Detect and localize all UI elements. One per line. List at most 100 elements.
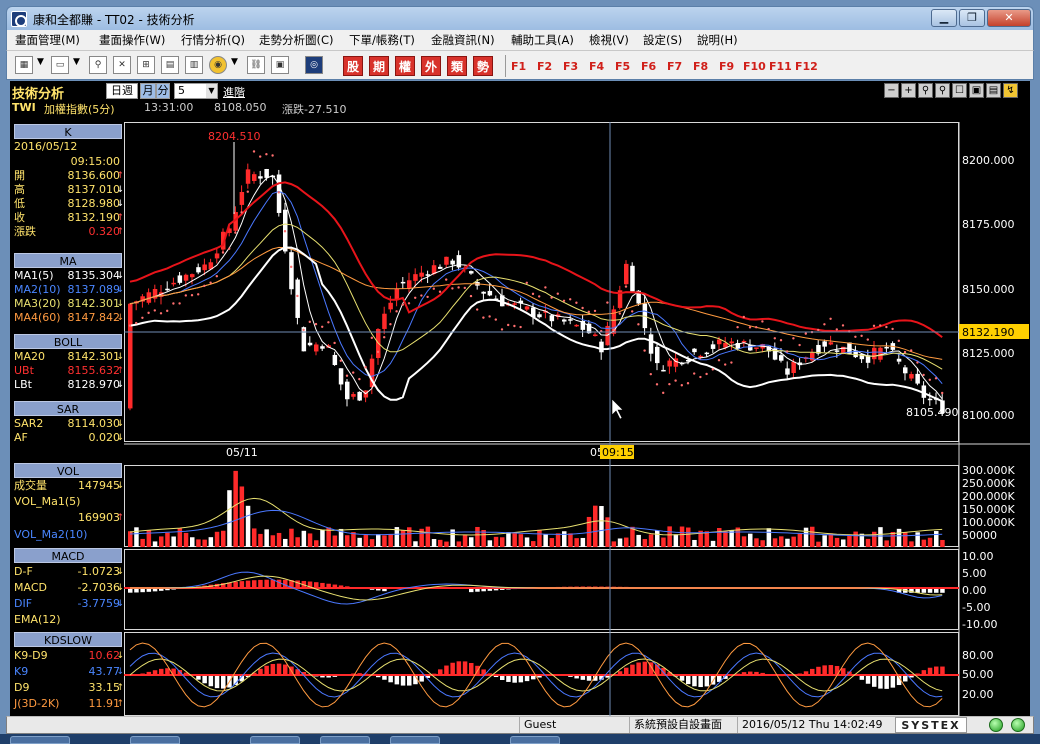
chevron-down-icon[interactable]: ▼ xyxy=(73,57,80,67)
candle-body xyxy=(345,381,350,400)
menu-quote-analysis[interactable]: 行情分析(Q) xyxy=(181,32,245,48)
sar-section-header[interactable]: SAR xyxy=(14,401,122,416)
f4-key[interactable]: F4 xyxy=(589,60,604,73)
f5-key[interactable]: F5 xyxy=(615,60,630,73)
taskbar-item[interactable] xyxy=(510,736,560,744)
title-bar[interactable]: 康和全都賺 - TT02 - 技術分析 ▁ ❐ ✕ xyxy=(6,6,1034,30)
sar-dot xyxy=(147,311,150,315)
menu-help[interactable]: 說明(H) xyxy=(697,32,738,48)
f8-key[interactable]: F8 xyxy=(693,60,708,73)
table-icon[interactable]: ▤ xyxy=(161,56,179,74)
volume-bar xyxy=(568,533,573,547)
period-minute-button[interactable]: 分 xyxy=(156,83,170,99)
maximize-button[interactable]: ❐ xyxy=(959,9,985,27)
save-icon[interactable]: ▣ xyxy=(969,83,984,98)
minimize-button[interactable]: ▁ xyxy=(931,9,957,27)
macd-section-header[interactable]: MACD xyxy=(14,548,122,563)
menu-settings[interactable]: 設定(S) xyxy=(643,32,682,48)
brand-logo-icon[interactable]: ◎ xyxy=(305,56,323,74)
menu-trend-chart[interactable]: 走勢分析圖(C) xyxy=(259,32,334,48)
volume-bar xyxy=(425,526,431,547)
chevron-down-icon[interactable]: ▼ xyxy=(231,57,238,67)
f10-key[interactable]: F10 xyxy=(743,60,766,73)
menu-view[interactable]: 檢視(V) xyxy=(589,32,629,48)
volume-bar xyxy=(369,539,375,547)
f1-key[interactable]: F1 xyxy=(511,60,526,73)
chevron-down-icon[interactable]: ▼ xyxy=(206,84,217,98)
chevron-down-icon[interactable]: ▼ xyxy=(37,57,44,67)
f11-key[interactable]: F11 xyxy=(769,60,792,73)
trend-button[interactable]: 勢 xyxy=(473,56,493,76)
candle-body xyxy=(903,367,908,374)
sar-dot xyxy=(246,190,249,193)
sar-dot xyxy=(730,361,733,364)
category-button[interactable]: 類 xyxy=(447,56,467,76)
close-button[interactable]: ✕ xyxy=(987,9,1031,27)
app-logo-icon[interactable] xyxy=(11,11,27,27)
grid-icon[interactable]: ⊞ xyxy=(137,56,155,74)
f2-key[interactable]: F2 xyxy=(537,60,552,73)
volume-bar xyxy=(686,527,691,547)
volume-bar xyxy=(890,531,896,547)
taskbar-item[interactable] xyxy=(250,736,300,744)
volume-bar xyxy=(896,528,902,547)
stock-button[interactable]: 股 xyxy=(343,56,363,76)
start-button[interactable] xyxy=(10,736,70,744)
foreign-button[interactable]: 外 xyxy=(421,56,441,76)
monitor-icon[interactable]: ▭ xyxy=(51,56,69,74)
d9-row: D9 33.15 ↑ xyxy=(14,681,124,694)
taskbar-item[interactable] xyxy=(320,736,370,744)
tool-icon[interactable]: ↯ xyxy=(1003,83,1018,98)
indicator-icon[interactable]: ☐ xyxy=(952,83,967,98)
ma-section-header[interactable]: MA xyxy=(14,253,122,268)
price-chart-svg[interactable]: 8204.510 8105.490 8132.190 05/11 05 09:1… xyxy=(124,122,1030,716)
restore-icon[interactable]: ▤ xyxy=(986,83,1001,98)
f9-key[interactable]: F9 xyxy=(719,60,734,73)
f3-key[interactable]: F3 xyxy=(563,60,578,73)
period-day-week-button[interactable]: 日週 xyxy=(106,83,138,99)
coin-icon[interactable]: ◉ xyxy=(209,56,227,74)
taskbar-item[interactable] xyxy=(390,736,440,744)
f6-key[interactable]: F6 xyxy=(641,60,656,73)
zoom-out-icon[interactable]: − xyxy=(884,83,899,98)
k-date: 2016/05/12 xyxy=(14,140,78,153)
search-icon[interactable]: ⚲ xyxy=(89,56,107,74)
menu-screen-operate[interactable]: 畫面操作(W) xyxy=(99,32,165,48)
sar-dot xyxy=(228,247,231,250)
menu-tools[interactable]: 輔助工具(A) xyxy=(511,32,574,48)
close-window-icon[interactable]: ✕ xyxy=(113,56,131,74)
f7-key[interactable]: F7 xyxy=(667,60,682,73)
k-section-header[interactable]: K xyxy=(14,124,122,139)
macd-ema-row: EMA(12) xyxy=(14,613,61,626)
zoom-in-icon[interactable]: + xyxy=(901,83,916,98)
status-user: Guest xyxy=(519,717,629,733)
futures-button[interactable]: 期 xyxy=(369,56,389,76)
volume-bar xyxy=(252,528,257,547)
k-low-row: 低 8128.980 ↓ xyxy=(14,197,124,210)
link-icon[interactable]: ⛓ xyxy=(247,56,265,74)
boll-section-header[interactable]: BOLL xyxy=(14,334,122,349)
options-button[interactable]: 權 xyxy=(395,56,415,76)
sar-dot xyxy=(891,327,894,331)
panel-title: 技術分析 xyxy=(12,87,65,102)
chart-area[interactable]: 8204.510 8105.490 8132.190 05/11 05 09:1… xyxy=(124,122,1030,716)
magnify-icon[interactable]: ⚲ xyxy=(918,83,933,98)
kd-bar xyxy=(816,666,821,675)
menu-finance-info[interactable]: 金融資訊(N) xyxy=(431,32,495,48)
vol-section-header[interactable]: VOL xyxy=(14,463,122,478)
candle-body xyxy=(469,271,474,274)
magnify-alt-icon[interactable]: ⚲ xyxy=(935,83,950,98)
chart-icon[interactable]: ▥ xyxy=(185,56,203,74)
sar-dot xyxy=(817,328,820,332)
layout-icon[interactable]: ▦ xyxy=(15,56,33,74)
taskbar-item[interactable] xyxy=(130,736,180,744)
macd-tick-0: 0.00 xyxy=(962,584,987,597)
period-month-button[interactable]: 月 xyxy=(140,83,156,99)
menu-screen-manage[interactable]: 畫面管理(M) xyxy=(15,32,80,48)
menu-order-account[interactable]: 下單/帳務(T) xyxy=(349,32,415,48)
sar-dot xyxy=(445,278,448,281)
advanced-link[interactable]: 進階 xyxy=(223,84,245,100)
kdslow-section-header[interactable]: KDSLOW xyxy=(14,632,122,647)
window-icon[interactable]: ▣ xyxy=(271,56,289,74)
f12-key[interactable]: F12 xyxy=(795,60,818,73)
